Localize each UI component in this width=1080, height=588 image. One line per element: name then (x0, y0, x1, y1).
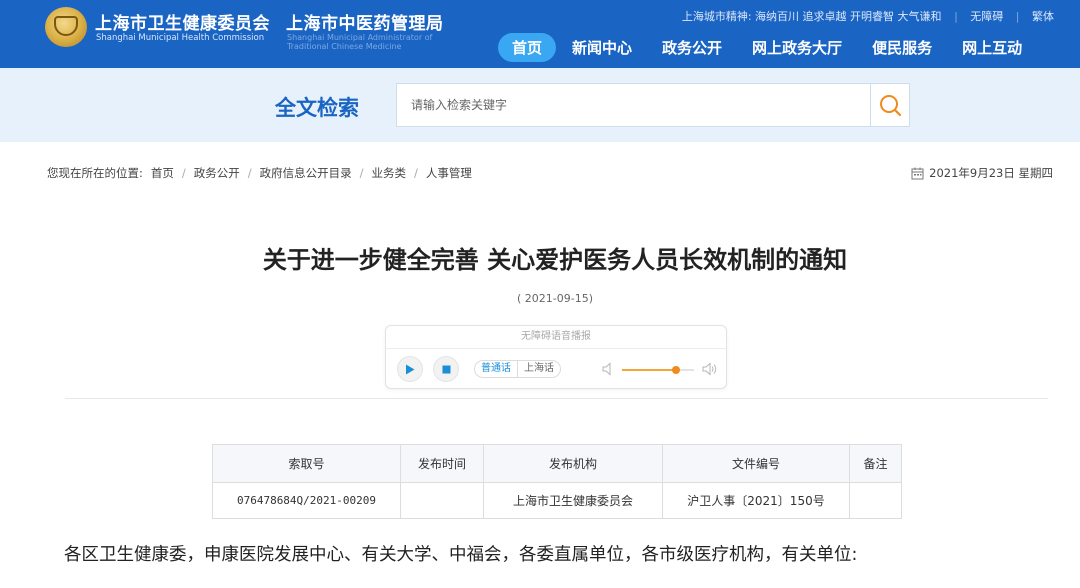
site-title[interactable]: 上海市卫生健康委员会 (95, 9, 270, 34)
breadcrumb-item-home[interactable]: 首页 (151, 165, 174, 181)
divider: | (954, 10, 958, 23)
article-date: ( 2021-09-15) (516, 292, 593, 305)
article-first-paragraph: 各区卫生健康委，申康医院发展中心、有关大学、中福会，各委直属单位，各市级医疗机构… (64, 545, 858, 565)
document-meta-table: 索取号 发布时间 发布机构 文件编号 备注 076478684Q/2021-00… (212, 444, 902, 519)
volume-slider[interactable] (622, 366, 694, 374)
table-cell-publish-time (400, 482, 484, 519)
search-input[interactable] (396, 83, 870, 127)
search-title: 全文检索 (275, 96, 359, 120)
stop-icon (442, 365, 450, 373)
traditional-chinese-link[interactable]: 繁体 (1032, 10, 1054, 23)
site-title-en: Shanghai Municipal Health Commission (96, 33, 265, 43)
breadcrumb-separator: / (247, 166, 252, 180)
audio-player: 无障碍语音播报 普通话 上海话 (385, 325, 727, 389)
table-header-publisher: 发布机构 (483, 444, 663, 483)
breadcrumb-separator: / (181, 166, 186, 180)
city-slogan: 上海城市精神: 海纳百川 追求卓越 开明睿智 大气谦和 (681, 10, 942, 23)
table-cell-publisher: 上海市卫生健康委员会 (483, 482, 663, 519)
breadcrumb-separator: / (414, 166, 418, 180)
nav-government-affairs[interactable]: 政务公开 (648, 33, 736, 62)
language-mandarin[interactable]: 普通话 (475, 361, 518, 377)
nav-news-center[interactable]: 新闻中心 (558, 33, 646, 62)
breadcrumb-item-business[interactable]: 业务类 (372, 165, 407, 181)
calendar-icon (911, 167, 924, 179)
breadcrumb-item-disclosure-catalog[interactable]: 政府信息公开目录 (260, 165, 352, 181)
site-title-secondary-en: Shanghai Municipal Administrator of Trad… (287, 33, 432, 51)
play-button[interactable] (397, 356, 423, 382)
play-icon (406, 364, 415, 374)
table-header-index-no: 索取号 (212, 444, 401, 483)
language-shanghainese[interactable]: 上海话 (518, 361, 560, 377)
table-header-row: 索取号 发布时间 发布机构 文件编号 备注 (212, 444, 902, 483)
nav-online-interaction[interactable]: 网上互动 (948, 33, 1036, 62)
breadcrumb-separator: / (359, 166, 364, 180)
divider: | (1015, 10, 1020, 23)
current-date: 2021年9月23日 星期四 (911, 165, 1053, 181)
table-header-remarks: 备注 (849, 444, 902, 483)
search-icon (880, 95, 902, 117)
site-title-secondary-en-line2: Traditional Chinese Medicine (287, 42, 402, 51)
breadcrumb: 您现在所在的位置: 首页 / 政务公开 / 政府信息公开目录 / 业务类 / 人… (47, 165, 472, 181)
site-title-secondary[interactable]: 上海市中医药管理局 (286, 9, 444, 34)
nav-convenience-services[interactable]: 便民服务 (858, 33, 946, 62)
volume-knob[interactable] (672, 366, 680, 374)
stop-button[interactable] (433, 356, 459, 382)
nav-home[interactable]: 首页 (498, 32, 557, 62)
audio-player-title: 无障碍语音播报 (386, 326, 726, 349)
breadcrumb-prefix: 您现在所在的位置: (47, 166, 143, 180)
table-cell-index-no: 076478684Q/2021-00209 (212, 482, 401, 519)
table-header-document-no: 文件编号 (662, 444, 850, 483)
breadcrumb-item-government-affairs[interactable]: 政务公开 (194, 165, 240, 181)
current-date-text: 2021年9月23日 星期四 (929, 166, 1053, 180)
breadcrumb-item-personnel[interactable]: 人事管理 (426, 165, 472, 181)
volume-low-icon[interactable] (602, 362, 614, 376)
top-links: 上海城市精神: 海纳百川 追求卓越 开明睿智 大气谦和 | 无障碍 | 繁体 (682, 8, 1054, 24)
table-header-publish-time: 发布时间 (400, 444, 484, 483)
table-cell-document-no: 沪卫人事〔2021〕150号 (662, 482, 850, 519)
search-band: 全文检索 (0, 68, 1080, 142)
search-button[interactable] (870, 83, 910, 127)
nav-online-service-hall[interactable]: 网上政务大厅 (738, 33, 856, 62)
table-row: 076478684Q/2021-00209 上海市卫生健康委员会 沪卫人事〔20… (212, 482, 902, 519)
table-cell-remarks (849, 482, 902, 519)
article-title: 关于进一步健全完善 关心爱护医务人员长效机制的通知 (262, 246, 848, 274)
site-title-secondary-en-line1: Shanghai Municipal Administrator of (287, 33, 433, 42)
site-header: 上海市卫生健康委员会 Shanghai Municipal Health Com… (0, 0, 1080, 68)
site-logo-icon[interactable] (45, 7, 87, 47)
main-nav: 首页 新闻中心 政务公开 网上政务大厅 便民服务 网上互动 (498, 32, 1038, 62)
volume-fill (622, 369, 676, 371)
volume-high-icon[interactable] (702, 362, 718, 376)
accessible-mode-link[interactable]: 无障碍 (970, 10, 1003, 23)
language-selector: 普通话 上海话 (474, 360, 561, 378)
content-divider (65, 398, 1048, 399)
